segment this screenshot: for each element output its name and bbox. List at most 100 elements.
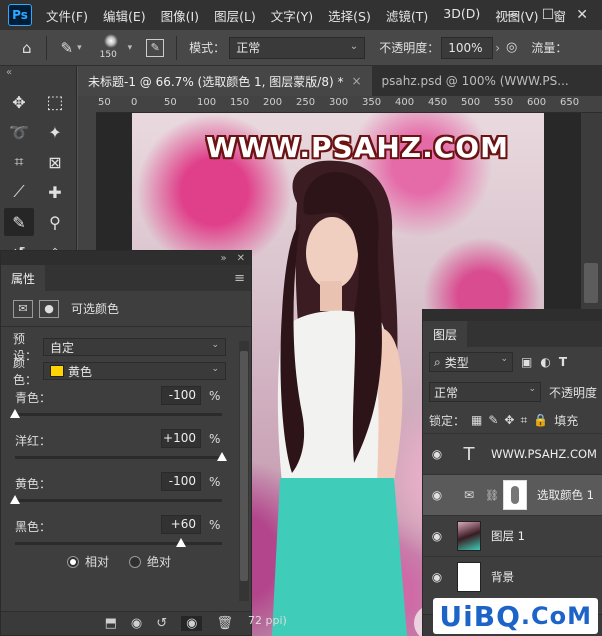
slider-handle[interactable]	[10, 495, 20, 504]
tab-properties[interactable]: 属性	[1, 265, 46, 291]
menu-edit[interactable]: 编辑(E)	[103, 6, 146, 25]
text-filter-icon[interactable]: T	[559, 355, 567, 369]
yellow-value-field[interactable]: -100	[161, 472, 201, 491]
brush-panel-icon[interactable]: ✎	[146, 38, 165, 57]
layer-name: 背景	[491, 570, 514, 584]
colors-select[interactable]: 黄色 ⌄	[43, 362, 226, 380]
menu-items: 文件(F) 编辑(E) 图像(I) 图层(L) 文字(Y) 选择(S) 滤镜(T…	[46, 6, 566, 25]
slider-name: 青色：	[15, 391, 52, 405]
adjustment-filter-icon[interactable]: ◐	[540, 355, 550, 369]
brush-tool-icon[interactable]: ✎	[61, 39, 74, 57]
marquee-tool-icon[interactable]: ⬚	[40, 88, 70, 116]
lock-all-icon[interactable]: 🔒	[533, 413, 548, 427]
adjustment-icon[interactable]: ✉	[13, 299, 33, 318]
tab-untitled-1[interactable]: 未标题-1 @ 66.7% (选取颜色 1, 图层蒙版/8) * ×	[78, 66, 372, 96]
pressure-opacity-icon[interactable]: ◎	[506, 40, 517, 55]
slider-track[interactable]	[15, 499, 222, 502]
method-radio-group: 相对 绝对	[1, 553, 237, 570]
menu-filter[interactable]: 滤镜(T)	[386, 6, 428, 25]
eyedropper-tool-icon[interactable]: ⟋	[4, 178, 34, 206]
lasso-tool-icon[interactable]: ➰	[4, 118, 34, 146]
link-icon[interactable]: ⛓	[485, 489, 499, 502]
ruler-label: 50	[98, 97, 111, 108]
image-filter-icon[interactable]: ▣	[521, 355, 532, 369]
menu-file[interactable]: 文件(F)	[46, 6, 88, 25]
crop-tool-icon[interactable]: ⌗	[4, 148, 34, 176]
panel-menu-icon[interactable]: ≡	[234, 271, 245, 286]
view-previous-icon[interactable]: ◉	[131, 616, 142, 631]
reset-icon[interactable]: ↺	[156, 616, 167, 631]
visibility-eye-icon[interactable]: ◉	[181, 616, 203, 631]
tab-layers[interactable]: 图层	[423, 321, 468, 347]
ruler-label: 50	[164, 97, 177, 108]
lock-transparency-icon[interactable]: ▦	[471, 413, 482, 427]
layer-row-selective-color[interactable]: ◉ ✉ ⛓ 选取颜色 1	[423, 474, 602, 515]
visibility-eye-icon[interactable]: ◉	[423, 570, 451, 584]
frame-tool-icon[interactable]: ⊠	[40, 148, 70, 176]
lock-artboard-icon[interactable]: ⌗	[520, 413, 527, 428]
healing-brush-tool-icon[interactable]: ✚	[40, 178, 70, 206]
lock-position-icon[interactable]: ✥	[504, 413, 514, 427]
slider-handle[interactable]	[175, 538, 186, 547]
layer-row-background[interactable]: ◉ 背景	[423, 556, 602, 597]
menu-select[interactable]: 选择(S)	[328, 6, 371, 25]
brush-preset-picker[interactable]: 150	[96, 32, 128, 64]
trash-icon[interactable]: 🗑	[216, 616, 233, 631]
visibility-eye-icon[interactable]: ◉	[423, 529, 451, 543]
slider-handle[interactable]	[10, 409, 20, 418]
menu-3d[interactable]: 3D(D)	[443, 6, 480, 25]
radio-relative[interactable]: 相对	[66, 553, 109, 570]
home-icon[interactable]: ⌂	[22, 39, 32, 57]
chevron-down-icon: ⌄	[211, 364, 219, 374]
collapse-toolbar-icon[interactable]: «	[0, 66, 76, 88]
magic-wand-tool-icon[interactable]: ✦	[40, 118, 70, 146]
collapse-panel-icon[interactable]: »	[220, 253, 226, 264]
menu-type[interactable]: 文字(Y)	[271, 6, 313, 25]
radio-absolute[interactable]: 绝对	[129, 553, 171, 570]
menu-layer[interactable]: 图层(L)	[214, 6, 256, 25]
tab-psahz[interactable]: psahz.psd @ 100% (WWW.PS...	[372, 66, 579, 96]
magenta-value-field[interactable]: +100	[161, 429, 201, 448]
cyan-value-field[interactable]: -100	[161, 386, 201, 405]
minimize-button[interactable]: —	[506, 7, 520, 23]
maximize-button[interactable]: ☐	[542, 7, 555, 23]
scrollbar-thumb[interactable]	[584, 263, 598, 303]
opacity-field[interactable]: 100%	[441, 36, 494, 59]
scrollbar-thumb[interactable]	[240, 351, 248, 581]
slider-track[interactable]	[15, 542, 222, 545]
chevron-right-icon[interactable]: ›	[495, 41, 500, 55]
preset-select[interactable]: 自定 ⌄	[43, 338, 226, 356]
mode-select[interactable]: 正常 ⌄	[229, 36, 366, 59]
close-button[interactable]: ✕	[576, 7, 588, 23]
cyan-slider: 青色： -100 %	[1, 383, 251, 426]
visibility-eye-icon[interactable]: ◉	[423, 447, 451, 461]
layer-row-image[interactable]: ◉ 图层 1	[423, 515, 602, 556]
visibility-eye-icon[interactable]: ◉	[423, 488, 451, 502]
clip-to-layer-icon[interactable]: ⬒	[105, 616, 117, 631]
move-tool-icon[interactable]: ✥	[4, 88, 34, 116]
close-panel-icon[interactable]: ✕	[237, 253, 245, 264]
yellow-swatch	[50, 365, 64, 377]
search-icon: ⌕	[434, 354, 441, 369]
brush-size: 150	[99, 49, 117, 60]
brush-tool-icon[interactable]: ✎	[4, 208, 34, 236]
layer-row-text[interactable]: ◉ T WWW.PSAHZ.COM	[423, 433, 602, 474]
stamp-tool-icon[interactable]: ⚲	[40, 208, 70, 236]
document-info: 72 ppi)	[248, 614, 287, 627]
menu-image[interactable]: 图像(I)	[161, 6, 199, 25]
chevron-down-icon[interactable]: ▾	[77, 43, 82, 53]
mode-label: 模式：	[189, 41, 226, 55]
close-icon[interactable]: ×	[351, 74, 361, 88]
mask-icon[interactable]: ●	[39, 299, 59, 318]
lock-pixels-icon[interactable]: ✎	[488, 413, 498, 427]
slider-track[interactable]	[15, 413, 222, 416]
layer-filter-select[interactable]: ⌕ 类型 ⌄	[429, 352, 513, 372]
canvas-scrollbar[interactable]	[581, 113, 602, 313]
black-value-field[interactable]: +60	[161, 515, 201, 534]
slider-handle[interactable]	[217, 452, 227, 461]
properties-scrollbar[interactable]	[239, 341, 249, 601]
slider-track[interactable]	[15, 456, 222, 459]
blend-mode-select[interactable]: 正常 ⌄	[429, 382, 541, 402]
chevron-down-icon[interactable]: ▾	[128, 43, 133, 53]
layer-mask-thumbnail[interactable]	[502, 480, 527, 510]
